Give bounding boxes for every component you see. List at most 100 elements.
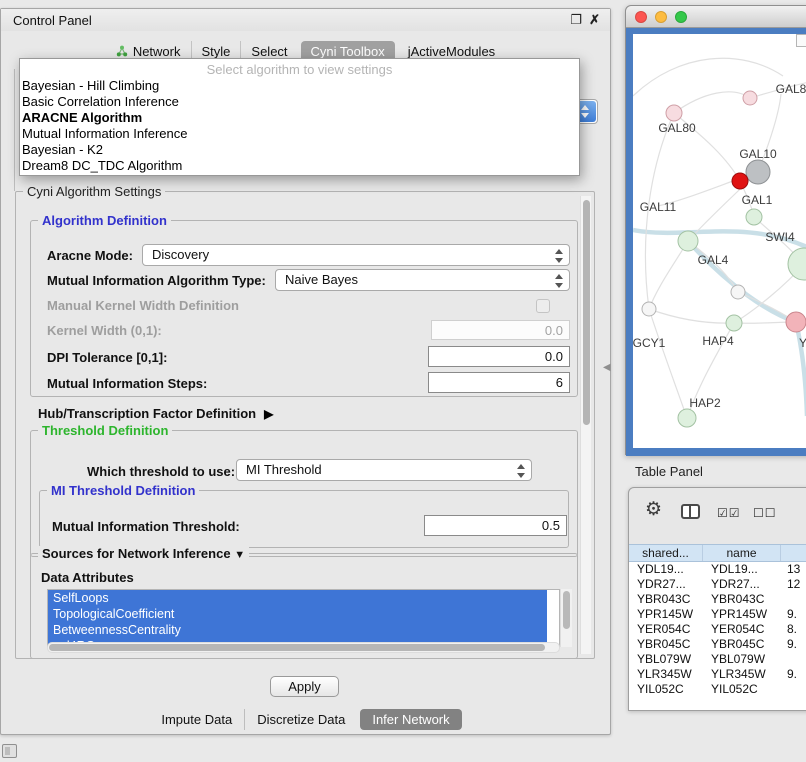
table-row[interactable]: YIL052CYIL052C <box>629 682 806 697</box>
table-cell <box>781 682 806 697</box>
algorithm-option-basic-correlation-inference[interactable]: Basic Correlation Inference <box>20 94 579 110</box>
network-node[interactable] <box>743 91 757 105</box>
table-cell: YBL079W <box>629 652 703 667</box>
sources-group: Sources for Network Inference ▼ Data Att… <box>30 553 578 659</box>
table-cell: YDR27... <box>629 577 703 592</box>
algorithm-definition-title: Algorithm Definition <box>38 213 171 228</box>
algorithm-popup-list: Select algorithm to view settings Bayesi… <box>19 58 580 176</box>
scrollbar-thumb[interactable] <box>563 591 570 629</box>
column-header-name[interactable]: name <box>703 545 781 561</box>
network-node-gal4[interactable] <box>678 231 698 251</box>
which-threshold-label: Which threshold to use: <box>87 464 235 479</box>
table-cell: YDR27... <box>703 577 781 592</box>
zoom-traffic-light-icon[interactable] <box>675 11 687 23</box>
network-node[interactable] <box>786 312 806 332</box>
table-row[interactable]: YER054CYER054C8. <box>629 622 806 637</box>
algorithm-definition-group: Algorithm Definition Aracne Mode: Discov… <box>30 220 578 397</box>
kernel-width-label: Kernel Width (0,1): <box>47 323 162 338</box>
tab-impute-data[interactable]: Impute Data <box>149 709 244 730</box>
mi-steps-field[interactable]: 6 <box>428 372 570 393</box>
table-row[interactable]: YPR145WYPR145W9. <box>629 607 806 622</box>
algorithm-option-aracne-algorithm[interactable]: ARACNE Algorithm <box>20 110 579 126</box>
network-node[interactable] <box>731 285 745 299</box>
algorithm-option-dream8-dc-tdc-algorithm[interactable]: Dream8 DC_TDC Algorithm <box>20 158 579 174</box>
network-node-gal10[interactable] <box>746 160 770 184</box>
algorithm-option-bayesian-hill-climbing[interactable]: Bayesian - Hill Climbing <box>20 78 579 94</box>
hub-definition-toggle[interactable]: Hub/Transcription Factor Definition▶ <box>38 406 273 421</box>
node-label-gal8: GAL8 <box>776 82 806 96</box>
network-canvas[interactable]: GAL8GAL80GAL10GAL11GAL1SWI4GAL4GCY1HAP4H… <box>633 34 806 448</box>
close-window-icon[interactable]: ✗ <box>589 12 600 28</box>
collapse-arrow-icon: ▼ <box>234 549 245 561</box>
bottom-tab-bar: Impute DataDiscretize DataInfer Network <box>1 708 610 730</box>
table-row[interactable]: YBR045CYBR045C9. <box>629 637 806 652</box>
tab-discretize-data[interactable]: Discretize Data <box>244 709 357 730</box>
control-panel-titlebar[interactable]: Control Panel <box>1 9 610 31</box>
restore-panel-icon[interactable] <box>2 744 17 758</box>
attribute-item-selfloops[interactable]: SelfLoops <box>48 590 547 606</box>
scrollbar-thumb[interactable] <box>49 644 545 651</box>
table-cell: YER054C <box>703 622 781 637</box>
network-node-gcy1[interactable] <box>642 302 656 316</box>
dpi-tolerance-field[interactable]: 0.0 <box>428 346 570 367</box>
network-window-titlebar[interactable] <box>626 6 806 28</box>
tab-label: Select <box>251 44 287 59</box>
tab-label: Cyni Toolbox <box>311 44 385 59</box>
table-row[interactable]: YLR345WYLR345W9. <box>629 667 806 682</box>
mi-type-select[interactable]: Naive Bayes <box>275 269 570 291</box>
tab-label: Style <box>202 44 231 59</box>
columns-icon[interactable] <box>681 504 700 519</box>
network-edge <box>674 92 750 113</box>
network-node-gal80[interactable] <box>666 105 682 121</box>
table-row[interactable]: YBL079WYBL079W <box>629 652 806 667</box>
mi-threshold-field[interactable]: 0.5 <box>424 515 567 536</box>
select-all-icon[interactable]: ☑☑ <box>717 506 741 520</box>
node-label-gcy1: GCY1 <box>633 336 666 350</box>
apply-button[interactable]: Apply <box>270 676 339 697</box>
float-window-icon[interactable]: ❐ <box>570 12 582 28</box>
network-edge <box>649 309 734 323</box>
settings-vertical-scrollbar[interactable] <box>580 196 591 654</box>
sources-group-title[interactable]: Sources for Network Inference ▼ <box>38 546 249 561</box>
mi-threshold-group: MI Threshold Definition Mutual Informati… <box>39 490 569 548</box>
network-node[interactable] <box>732 173 748 189</box>
control-panel-window: Control Panel ❐ ✗ Network Style Select Cyni… <box>0 8 611 735</box>
mi-type-label: Mutual Information Algorithm Type: <box>47 273 266 288</box>
table-row[interactable]: YDL19...YDL19...13 <box>629 562 806 577</box>
network-node-gal1[interactable] <box>746 209 762 225</box>
popup-placeholder: Select algorithm to view settings <box>20 61 579 78</box>
attribute-item-betweennesscentrality[interactable]: BetweennessCentrality <box>48 622 547 638</box>
column-header-shared[interactable]: shared... <box>629 545 703 561</box>
aracne-mode-select[interactable]: Discovery <box>142 244 570 266</box>
network-node-hap4[interactable] <box>726 315 742 331</box>
network-node[interactable] <box>788 248 806 280</box>
attribute-item-topologicalcoefficient[interactable]: TopologicalCoefficient <box>48 606 547 622</box>
tab-label: Network <box>133 44 181 59</box>
node-label-gal80: GAL80 <box>658 121 696 135</box>
attributes-horizontal-scrollbar[interactable] <box>47 642 560 653</box>
which-threshold-select[interactable]: MI Threshold <box>236 459 532 481</box>
mi-type-value: Naive Bayes <box>285 272 358 287</box>
attributes-vertical-scrollbar[interactable] <box>560 589 572 647</box>
gear-icon[interactable]: ⚙ <box>645 500 662 520</box>
close-traffic-light-icon[interactable] <box>635 11 647 23</box>
aracne-mode-value: Discovery <box>152 247 209 262</box>
network-node-hap2[interactable] <box>678 409 696 427</box>
scrollbar-thumb[interactable] <box>583 200 590 425</box>
algorithm-option-mutual-information-inference[interactable]: Mutual Information Inference <box>20 126 579 142</box>
algorithm-option-bayesian-k2[interactable]: Bayesian - K2 <box>20 142 579 158</box>
settings-group-title: Cyni Algorithm Settings <box>23 184 165 199</box>
sources-title-label: Sources for Network Inference <box>42 546 231 561</box>
column-header-col-3[interactable] <box>781 545 806 561</box>
splitter-collapse-arrow-icon[interactable]: ◀ <box>603 362 611 373</box>
tab-infer-network[interactable]: Infer Network <box>360 709 461 730</box>
table-row[interactable]: YBR043CYBR043C <box>629 592 806 607</box>
combo-stepper-icon <box>555 274 564 288</box>
minimize-traffic-light-icon[interactable] <box>655 11 667 23</box>
deselect-all-icon[interactable]: ☐☐ <box>753 506 777 520</box>
table-cell: YBR045C <box>703 637 781 652</box>
data-attributes-list: SelfLoopsTopologicalCoefficientBetweenne… <box>47 589 560 647</box>
table-cell: 9. <box>781 667 806 682</box>
node-label-gal1: GAL1 <box>742 193 773 207</box>
table-row[interactable]: YDR27...YDR27...12 <box>629 577 806 592</box>
